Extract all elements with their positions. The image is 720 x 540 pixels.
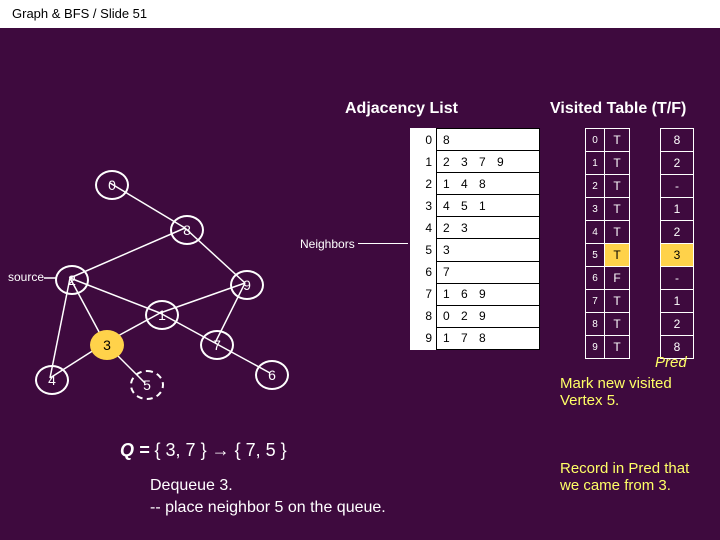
visited-value: T [605,290,630,313]
visited-value: T [605,244,630,267]
queue-line: Q = { 3, 7 } → { 7, 5 } [120,440,287,461]
adj-index: 7 [410,283,437,305]
neighbors-label: Neighbors [300,237,355,251]
visited-table: 0T1T2T3T4T5T6F7T8T9T [585,128,630,359]
visited-index: 9 [586,336,605,359]
note-mark-visited: Mark new visited Vertex 5. [560,375,710,409]
visited-index: 1 [586,152,605,175]
adj-values: 1 4 8 [437,173,540,195]
pred-value: 2 [661,221,694,244]
adj-index: 4 [410,217,437,239]
pred-value: - [661,267,694,290]
neighbors-pointer [358,243,408,244]
visited-value: F [605,267,630,290]
graph-node-0: 0 [95,170,129,200]
graph-node-7: 7 [200,330,234,360]
visited-value: T [605,313,630,336]
adjacency-list-table: 0812 3 7 921 4 834 5 142 3536771 6 980 2… [410,128,540,350]
graph-node-6: 6 [255,360,289,390]
step-line-1: Dequeue 3. [150,475,386,497]
graph-node-4: 4 [35,365,69,395]
adj-values: 2 3 [437,217,540,239]
pred-value: 2 [661,152,694,175]
visited-index: 5 [586,244,605,267]
adj-index: 1 [410,151,437,173]
step-text: Dequeue 3. -- place neighbor 5 on the qu… [150,475,386,519]
visited-table-heading: Visited Table (T/F) [550,100,686,118]
graph-node-1: 1 [145,300,179,330]
visited-index: 2 [586,175,605,198]
adj-values: 2 3 7 9 [437,151,540,173]
visited-index: 4 [586,221,605,244]
pred-value: - [661,175,694,198]
graph-node-5: 5 [130,370,164,400]
pred-value: 1 [661,290,694,313]
note-record-pred: Record in Pred that we came from 3. [560,460,710,494]
visited-value: T [605,221,630,244]
pred-label: Pred [655,354,687,371]
adj-index: 3 [410,195,437,217]
pred-value: 8 [661,129,694,152]
visited-value: T [605,336,630,359]
pred-table: 82-123-128 [660,128,694,359]
graph-node-2: 2 [55,265,89,295]
source-label: source [8,270,44,284]
adj-values: 8 [437,129,540,151]
pred-value: 1 [661,198,694,221]
queue-expression: { 3, 7 } → { 7, 5 } [155,440,287,460]
adj-values: 7 [437,261,540,283]
visited-index: 3 [586,198,605,221]
visited-value: T [605,198,630,221]
visited-index: 7 [586,290,605,313]
graph-node-9: 9 [230,270,264,300]
adj-values: 3 [437,239,540,261]
adj-values: 0 2 9 [437,305,540,327]
visited-index: 0 [586,129,605,152]
adj-index: 0 [410,129,437,151]
visited-value: T [605,152,630,175]
step-line-2: -- place neighbor 5 on the queue. [150,497,386,519]
adj-index: 9 [410,327,437,349]
visited-value: T [605,175,630,198]
adj-values: 4 5 1 [437,195,540,217]
adjacency-list-heading: Adjacency List [345,100,458,118]
visited-index: 8 [586,313,605,336]
graph-node-8: 8 [170,215,204,245]
breadcrumb: Graph & BFS / Slide 51 [12,6,147,21]
graph-node-3: 3 [90,330,124,360]
visited-index: 6 [586,267,605,290]
adj-index: 6 [410,261,437,283]
pred-value: 2 [661,313,694,336]
adj-index: 2 [410,173,437,195]
adj-index: 8 [410,305,437,327]
adj-index: 5 [410,239,437,261]
adj-values: 1 7 8 [437,327,540,349]
pred-value: 3 [661,244,694,267]
visited-value: T [605,129,630,152]
adj-values: 1 6 9 [437,283,540,305]
queue-label: Q = [120,440,150,460]
